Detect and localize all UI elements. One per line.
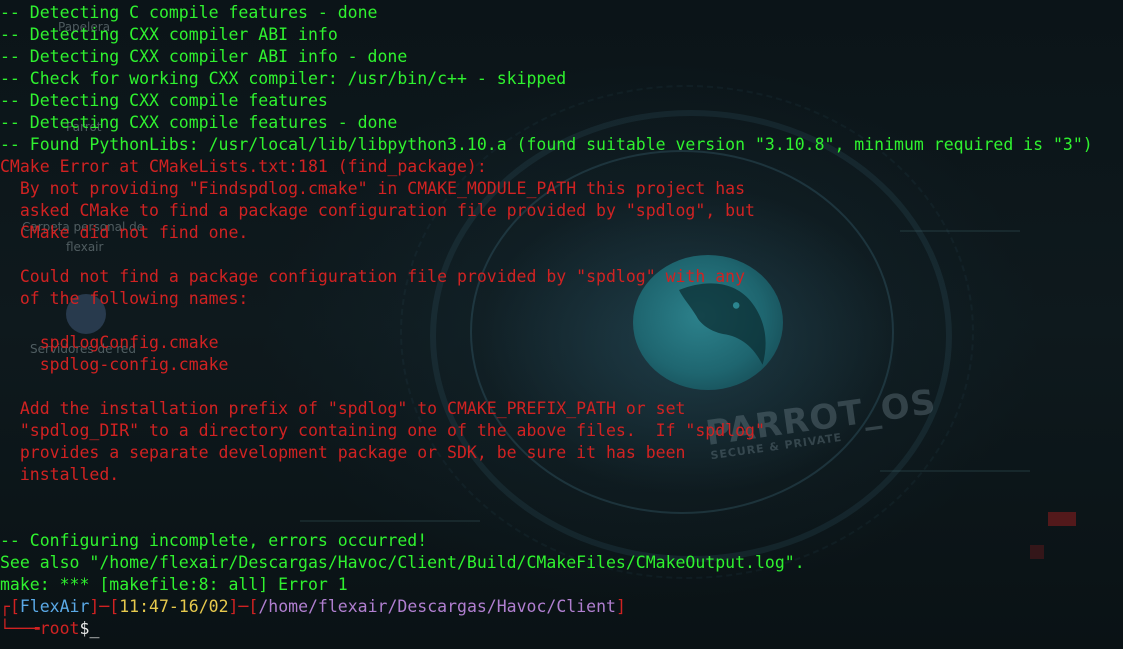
terminal-line: of the following names: <box>0 289 249 308</box>
prompt-user: root <box>39 619 80 638</box>
terminal-line: -- Configuring incomplete, errors occurr… <box>0 531 428 550</box>
terminal-line: Add the installation prefix of "spdlog" … <box>0 399 686 418</box>
prompt-input-line[interactable]: └──╼root$_ <box>0 618 1093 640</box>
terminal-line: -- Detecting CXX compiler ABI info <box>0 25 338 44</box>
prompt-bracket: [ <box>248 597 259 616</box>
terminal-cursor[interactable]: _ <box>89 619 99 638</box>
terminal-line: asked CMake to find a package configurat… <box>0 201 755 220</box>
desktop-screen: PARROT_OS SECURE & PRIVATE Papelera Parr… <box>0 0 1123 649</box>
terminal-line: -- Found PythonLibs: /usr/local/lib/libp… <box>0 135 1093 154</box>
prompt-host: FlexAir <box>19 597 90 616</box>
prompt-dash: ─ <box>99 597 110 616</box>
terminal-line: make: *** [makefile:8: all] Error 1 <box>0 575 348 594</box>
terminal-line: spdlogConfig.cmake <box>0 333 219 352</box>
terminal-line: See also "/home/flexair/Descargas/Havoc/… <box>0 553 805 572</box>
terminal-line: CMake Error at CMakeLists.txt:181 (find_… <box>0 157 487 176</box>
terminal-line: -- Detecting CXX compile features - done <box>0 113 398 132</box>
prompt-line: ┌[FlexAir]─[11:47-16/02]─[/home/flexair/… <box>0 596 1093 618</box>
terminal-line: -- Detecting CXX compiler ABI info - don… <box>0 47 408 66</box>
terminal-line: By not providing "Findspdlog.cmake" in C… <box>0 179 746 198</box>
prompt-bracket: ] <box>615 597 626 616</box>
terminal-line: installed. <box>0 465 120 484</box>
terminal-line: Could not find a package configuration f… <box>0 267 746 286</box>
prompt-corner-top: ┌ <box>0 597 10 616</box>
terminal-line: CMake did not find one. <box>0 223 249 242</box>
prompt-bracket: [ <box>9 597 20 616</box>
prompt-symbol: $ <box>79 619 90 638</box>
terminal-line: -- Check for working CXX compiler: /usr/… <box>0 69 567 88</box>
terminal-line: -- Detecting CXX compile features <box>0 91 328 110</box>
prompt-bracket: ] <box>228 597 239 616</box>
prompt-dash: ─ <box>238 597 249 616</box>
terminal-line: provides a separate development package … <box>0 443 686 462</box>
terminal-output[interactable]: -- Detecting C compile features - done --… <box>0 2 1093 640</box>
prompt-corner-bottom: └──╼ <box>0 619 40 638</box>
terminal-line: -- Detecting C compile features - done <box>0 3 378 22</box>
prompt-bracket: [ <box>109 597 120 616</box>
terminal-line: spdlog-config.cmake <box>0 355 229 374</box>
prompt-path: /home/flexair/Descargas/Havoc/Client <box>258 597 616 616</box>
prompt-time: 11:47-16/02 <box>119 597 229 616</box>
prompt-bracket: ] <box>89 597 100 616</box>
terminal-line: "spdlog_DIR" to a directory containing o… <box>0 421 765 440</box>
